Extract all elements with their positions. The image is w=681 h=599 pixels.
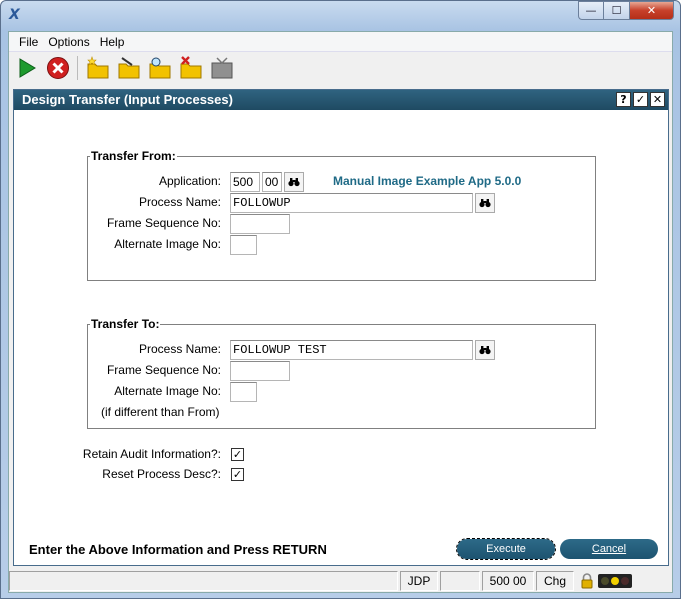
status-bar: JDP 500 00 Chg xyxy=(9,570,672,592)
application-description: Manual Image Example App 5.0.0 xyxy=(333,174,522,188)
status-mode-panel: Chg xyxy=(536,571,574,591)
menu-file[interactable]: File xyxy=(14,35,43,49)
dialog-title: Design Transfer (Input Processes) xyxy=(14,90,668,110)
binoculars-icon xyxy=(288,178,300,187)
to-process-name-label: Process Name: xyxy=(138,342,221,356)
stop-icon xyxy=(46,57,69,79)
edit-button[interactable] xyxy=(115,55,142,82)
from-frame-sequence-label: Frame Sequence No: xyxy=(106,216,221,230)
display-button[interactable] xyxy=(208,55,235,82)
status-blank-panel xyxy=(440,571,480,591)
app-logo-icon: X xyxy=(9,7,20,23)
search-button[interactable] xyxy=(146,55,173,82)
menu-bar: File Options Help xyxy=(9,32,672,52)
lock-icon xyxy=(581,573,593,589)
design-transfer-dialog: Design Transfer (Input Processes) ? ✓ ✕ … xyxy=(13,89,669,566)
dialog-help-button[interactable]: ? xyxy=(616,92,631,107)
to-process-name-input[interactable]: FOLLOWUP TEST xyxy=(230,340,473,360)
close-window-button[interactable]: ✕ xyxy=(630,1,674,20)
application-number-input[interactable]: 500 xyxy=(230,172,260,192)
new-button[interactable] xyxy=(84,55,111,82)
status-message-panel xyxy=(9,571,398,591)
dialog-close-button[interactable]: ✕ xyxy=(650,92,665,107)
instruction-prompt: Enter the Above Information and Press RE… xyxy=(29,542,327,557)
reset-desc-checkbox[interactable]: ✓ xyxy=(231,468,244,481)
menu-options[interactable]: Options xyxy=(43,35,94,49)
new-folder-icon xyxy=(86,56,108,79)
from-process-name-input[interactable]: FOLLOWUP xyxy=(230,193,473,213)
from-alternate-image-input[interactable] xyxy=(230,235,257,255)
to-alternate-image-label: Alternate Image No: xyxy=(114,384,221,398)
toolbar xyxy=(9,52,672,84)
dialog-title-buttons: ? ✓ ✕ xyxy=(616,92,665,107)
application-window: X — ☐ ✕ File Options Help Design Transfe… xyxy=(0,0,681,599)
application-lookup-button[interactable] xyxy=(284,172,304,192)
delete-button[interactable] xyxy=(177,55,204,82)
toolbar-separator xyxy=(77,56,78,80)
to-frame-sequence-label: Frame Sequence No: xyxy=(106,363,221,377)
reset-desc-label: Reset Process Desc?: xyxy=(102,467,221,481)
binoculars-icon xyxy=(479,346,491,355)
status-application-panel: 500 00 xyxy=(482,571,534,591)
from-process-lookup-button[interactable] xyxy=(475,193,495,213)
window-caption-buttons: — ☐ ✕ xyxy=(578,1,674,21)
to-alternate-image-input[interactable] xyxy=(230,382,257,402)
title-bar[interactable]: X — ☐ ✕ xyxy=(1,1,680,31)
application-version-input[interactable]: 00 xyxy=(262,172,282,192)
to-alternate-image-note: (if different than From) xyxy=(101,405,220,419)
execute-button[interactable]: Execute xyxy=(456,538,556,560)
binoculars-icon xyxy=(479,199,491,208)
play-icon xyxy=(19,58,36,78)
run-button[interactable] xyxy=(13,55,40,82)
from-process-name-label: Process Name: xyxy=(138,195,221,209)
transfer-to-legend: Transfer To: xyxy=(90,317,161,331)
search-folder-icon xyxy=(149,57,170,79)
application-label: Application: xyxy=(158,174,221,188)
delete-folder-icon xyxy=(180,56,201,79)
edit-folder-icon xyxy=(118,57,139,79)
stop-button[interactable] xyxy=(44,55,71,82)
transfer-from-legend: Transfer From: xyxy=(90,149,177,163)
maximize-button[interactable]: ☐ xyxy=(604,1,630,20)
tv-icon xyxy=(211,57,232,79)
retain-audit-label: Retain Audit Information?: xyxy=(82,447,221,461)
to-frame-sequence-input[interactable] xyxy=(230,361,290,381)
cancel-button[interactable]: Cancel xyxy=(560,539,658,559)
from-alternate-image-label: Alternate Image No: xyxy=(114,237,221,251)
to-process-lookup-button[interactable] xyxy=(475,340,495,360)
client-area: File Options Help Design Transfer (Input… xyxy=(8,31,673,593)
retain-audit-checkbox[interactable]: ✓ xyxy=(231,448,244,461)
traffic-light-icon xyxy=(598,574,632,588)
dialog-ok-button[interactable]: ✓ xyxy=(633,92,648,107)
status-user-panel: JDP xyxy=(400,571,438,591)
minimize-button[interactable]: — xyxy=(578,1,604,20)
menu-help[interactable]: Help xyxy=(95,35,130,49)
from-frame-sequence-input[interactable] xyxy=(230,214,290,234)
